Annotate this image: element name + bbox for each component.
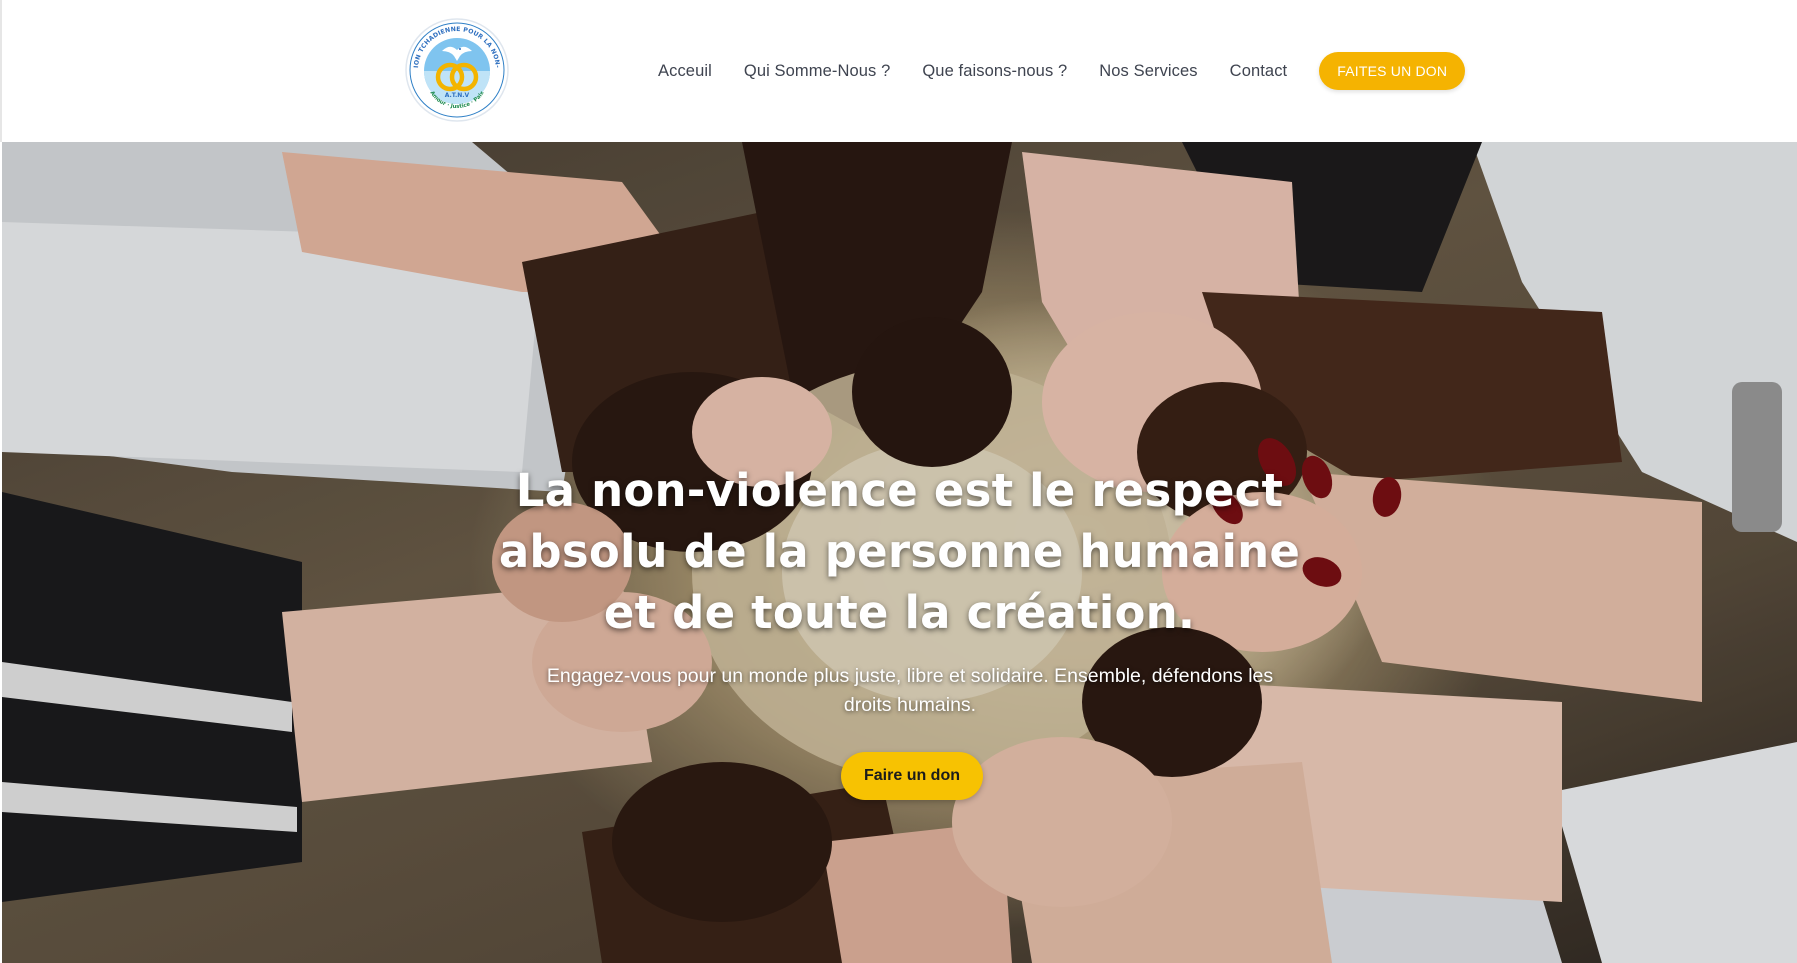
nav-item-qui-sommes-nous[interactable]: Qui Somme-Nous ? [744, 62, 890, 81]
hero-headline: La non-violence est le respect absolu de… [2, 460, 1797, 643]
nav-item-accueil[interactable]: Acceuil [658, 62, 712, 81]
hero-headline-line-2: absolu de la personne humaine [498, 525, 1301, 578]
hero-section: La non-violence est le respect absolu de… [2, 142, 1797, 963]
svg-text:A.T.N.V: A.T.N.V [445, 92, 470, 99]
donate-header-button[interactable]: FAITES UN DON [1319, 52, 1466, 90]
nav-item-nos-services[interactable]: Nos Services [1099, 62, 1197, 81]
nav-item-contact[interactable]: Contact [1230, 62, 1288, 81]
nav-item-que-faisons-nous[interactable]: Que faisons-nous ? [922, 62, 1067, 81]
hero-headline-line-3: et de toute la création. [603, 586, 1196, 639]
site-header: ASSOCIATION TCHADIENNE POUR LA NON-VIOLE… [0, 0, 1797, 142]
atnv-logo[interactable]: ASSOCIATION TCHADIENNE POUR LA NON-VIOLE… [404, 17, 510, 123]
donate-hero-button[interactable]: Faire un don [841, 752, 983, 800]
main-nav: Acceuil Qui Somme-Nous ? Que faisons-nou… [658, 0, 1466, 142]
hero-headline-line-1: La non-violence est le respect [515, 464, 1284, 517]
hero-subtitle: Engagez-vous pour un monde plus juste, l… [546, 665, 1274, 716]
